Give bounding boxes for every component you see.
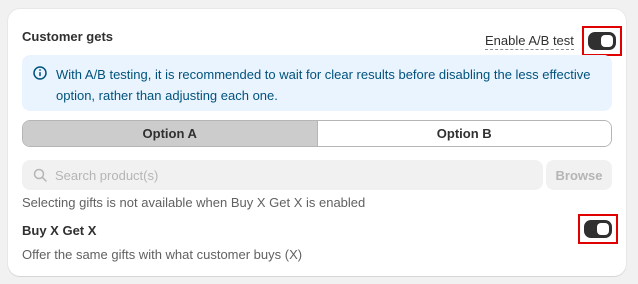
buy-x-get-x-title: Buy X Get X bbox=[22, 223, 97, 238]
info-icon bbox=[33, 66, 47, 80]
browse-button[interactable]: Browse bbox=[546, 160, 612, 190]
search-input[interactable] bbox=[55, 167, 515, 183]
toggle-knob bbox=[600, 35, 613, 47]
ab-test-label[interactable]: Enable A/B test bbox=[485, 33, 574, 50]
search-icon bbox=[33, 168, 47, 182]
buy-x-get-x-toggle-highlight bbox=[578, 214, 618, 244]
info-banner-text: With A/B testing, it is recommended to w… bbox=[56, 67, 591, 103]
info-banner: With A/B testing, it is recommended to w… bbox=[22, 55, 612, 111]
customer-gets-card: Customer gets Enable A/B test With A/B t… bbox=[8, 9, 626, 276]
option-tabs: Option A Option B bbox=[22, 120, 612, 147]
product-search bbox=[22, 160, 543, 190]
toggle-knob bbox=[597, 223, 609, 235]
tab-option-a[interactable]: Option A bbox=[23, 121, 317, 146]
tab-option-b[interactable]: Option B bbox=[316, 121, 611, 146]
ab-test-toggle[interactable] bbox=[587, 32, 616, 50]
section-title: Customer gets bbox=[22, 29, 114, 44]
ab-test-toggle-highlight bbox=[581, 26, 622, 56]
gifts-unavailable-note: Selecting gifts is not available when Bu… bbox=[22, 195, 366, 210]
buy-x-get-x-toggle[interactable] bbox=[584, 220, 612, 238]
ab-test-control: Enable A/B test bbox=[485, 26, 622, 56]
buy-x-get-x-description: Offer the same gifts with what customer … bbox=[22, 247, 303, 262]
